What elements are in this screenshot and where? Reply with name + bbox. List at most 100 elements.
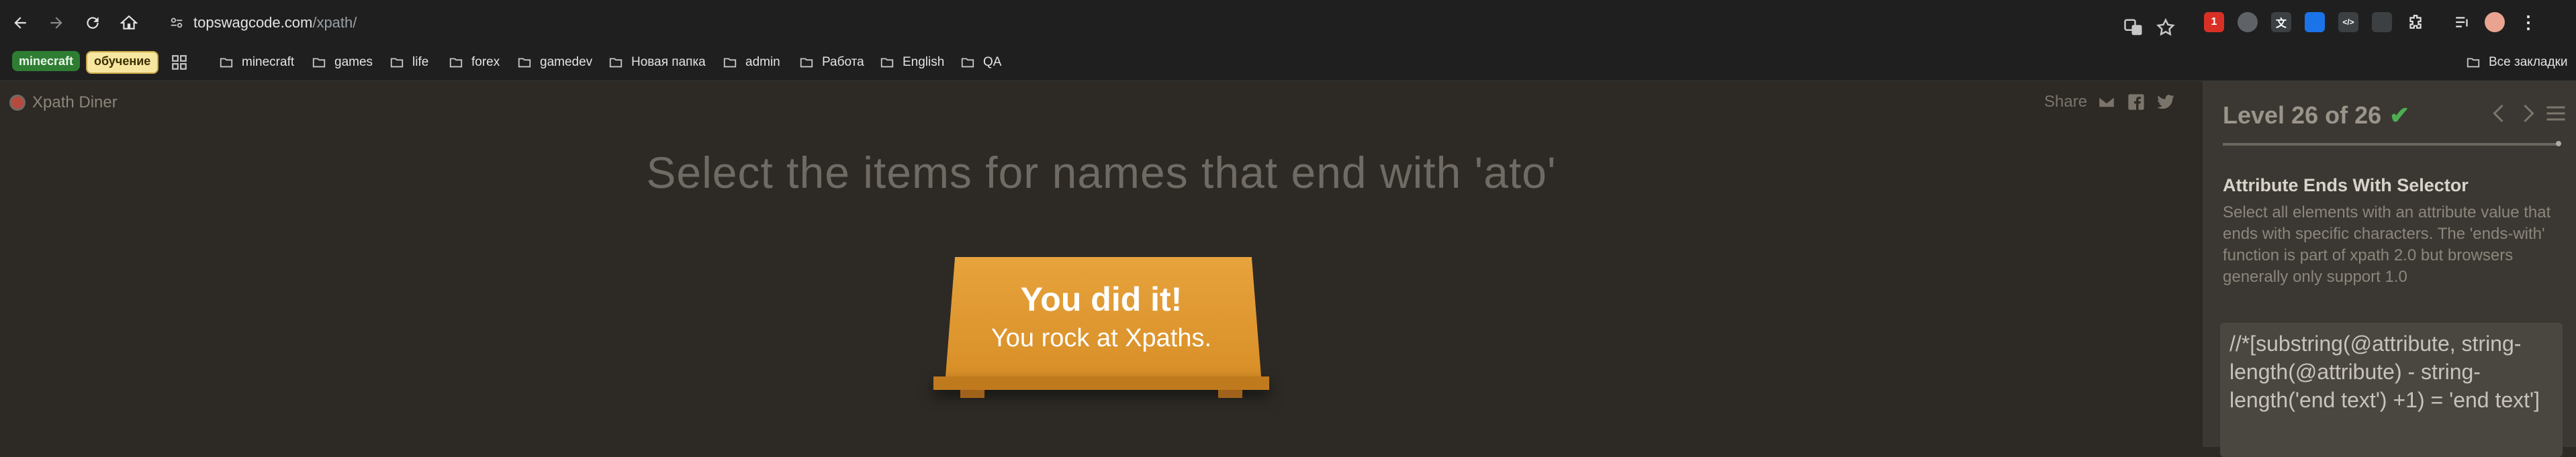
completed-check-icon: ✔ (2389, 101, 2410, 129)
completion-subtitle: You rock at Xpaths. (991, 324, 1212, 352)
more-vert-icon: ⋮ (2520, 11, 2537, 32)
browser-toolbar: topswagcode.com/xpath/ 1 文 </> ⋮ (0, 0, 2576, 46)
all-bookmarks-label: Все закладки (2489, 55, 2568, 69)
folder-icon (2467, 58, 2480, 68)
brand-name: Xpath Diner (32, 93, 118, 111)
folder-icon (723, 58, 737, 68)
bookmark-label: gamedev (540, 55, 593, 69)
table-leg (1218, 390, 1242, 398)
extension-image[interactable] (2372, 12, 2392, 32)
email-icon (2098, 95, 2115, 109)
level-instruction: Select the items for names that end with… (646, 148, 1557, 197)
extension-circle[interactable] (2238, 12, 2258, 32)
game-area: Xpath Diner Share Select the items for n… (0, 81, 2203, 447)
bookmark-folder-qa[interactable]: QA (960, 54, 1001, 71)
bookmark-label: life (412, 55, 429, 69)
extension-translate[interactable]: 文 (2271, 12, 2291, 32)
extension-code[interactable]: </> (2338, 12, 2358, 32)
puzzle-icon (2409, 15, 2422, 29)
bookmark-folder-games[interactable]: games (312, 54, 373, 71)
home-button[interactable] (116, 9, 142, 36)
reload-icon (87, 17, 99, 29)
bookmark-folder-rabota[interactable]: Работа (799, 54, 864, 71)
all-bookmarks[interactable]: Все закладки (2466, 54, 2568, 71)
bookmark-folder-forex[interactable]: forex (449, 54, 500, 71)
twitter-icon (2157, 95, 2174, 109)
bookmark-star-icon[interactable] (2156, 17, 2176, 38)
next-level-button[interactable] (2516, 101, 2540, 125)
folder-icon (518, 58, 531, 68)
profile-avatar[interactable] (2485, 12, 2505, 32)
url-path: /xpath/ (312, 14, 357, 31)
table-leg (960, 390, 984, 398)
extension-code-label: </> (2342, 17, 2354, 27)
completion-message: You did it! You rock at Xpaths. (933, 280, 1269, 353)
selector-description: Select all elements with an attribute va… (2223, 203, 2551, 286)
apps-grid-icon[interactable] (171, 54, 188, 71)
extension-translate-label: 文 (2275, 18, 2287, 30)
bookmark-folder-english[interactable]: English (880, 54, 944, 71)
url-host: topswagcode.com (193, 14, 313, 31)
bookmark-folder-admin[interactable]: admin (723, 54, 780, 71)
bookmark-folder-novaya-papka[interactable]: Новая папка (608, 54, 706, 71)
facebook-share-button[interactable] (2126, 92, 2146, 112)
bookmark-label: QA (983, 55, 1002, 69)
url-text: topswagcode.com/xpath/ (193, 14, 357, 32)
bookmark-folder-life[interactable]: life (389, 54, 428, 71)
folder-icon (609, 58, 623, 68)
bookmark-label: Новая папка (631, 55, 706, 69)
level-indicator: Level 26 of 26 (2223, 101, 2382, 129)
selector-title: Attribute Ends With Selector (2223, 175, 2469, 195)
folder-icon (961, 58, 974, 68)
folder-icon (220, 58, 233, 68)
brand-link[interactable]: Xpath Diner (9, 93, 118, 112)
bookmark-chip-minecraft[interactable]: minecraft (12, 51, 81, 71)
dinner-table: You did it! You rock at Xpaths. (933, 257, 1269, 418)
reading-list-icon (2456, 17, 2468, 28)
previous-level-button[interactable] (2487, 101, 2512, 125)
reading-list-button[interactable] (2452, 12, 2473, 32)
level-progress-fill (2223, 143, 2559, 146)
forward-button[interactable] (43, 9, 70, 36)
extension-badge-label: 1 (2211, 16, 2217, 28)
bookmark-label: forex (471, 55, 500, 69)
bookmark-label: English (903, 55, 945, 69)
folder-icon (800, 58, 813, 68)
completion-title: You did it! (1020, 281, 1183, 318)
bookmark-folder-minecraft[interactable]: minecraft (219, 54, 294, 71)
folder-icon (390, 58, 404, 68)
syntax-code: //*[substring(@attribute, string-length(… (2229, 332, 2540, 412)
bookmark-label: admin (745, 55, 780, 69)
extension-square[interactable] (2305, 12, 2325, 32)
email-share-button[interactable] (2097, 92, 2117, 112)
share-bar: Share (2044, 92, 2176, 112)
folder-icon (880, 58, 894, 68)
site-settings-icon[interactable] (169, 15, 184, 30)
folder-icon (312, 58, 326, 68)
bookmark-chip-obuchenie[interactable]: обучение (86, 51, 159, 74)
twitter-share-button[interactable] (2156, 92, 2176, 112)
browser-menu-button[interactable]: ⋮ (2518, 12, 2538, 32)
level-progress-bar (2223, 141, 2561, 146)
extensions-puzzle-button[interactable] (2405, 12, 2426, 32)
arrow-left-icon (14, 17, 26, 29)
back-button[interactable] (7, 9, 34, 36)
chevron-right-icon (2524, 104, 2534, 123)
translate-icon[interactable] (2123, 17, 2144, 38)
level-sidebar: Level 26 of 26 ✔ Attribute Ends With Sel… (2203, 81, 2576, 457)
facebook-icon (2128, 94, 2144, 110)
extension-red-badge[interactable]: 1 (2204, 12, 2224, 32)
arrow-right-icon (50, 17, 62, 29)
folder-icon (449, 58, 463, 68)
share-label: Share (2044, 93, 2088, 111)
level-menu-button[interactable] (2544, 101, 2568, 125)
address-bar[interactable]: topswagcode.com/xpath/ (152, 7, 2193, 39)
hamburger-menu-icon (2546, 106, 2565, 121)
level-progress-marker (2556, 141, 2561, 146)
table-edge (933, 376, 1269, 390)
reload-button[interactable] (79, 9, 106, 36)
syntax-example: //*[substring(@attribute, string-length(… (2220, 323, 2563, 457)
bookmark-folder-gamedev[interactable]: gamedev (517, 54, 592, 71)
chevron-left-icon (2493, 104, 2503, 123)
bookmark-label: minecraft (242, 55, 295, 69)
